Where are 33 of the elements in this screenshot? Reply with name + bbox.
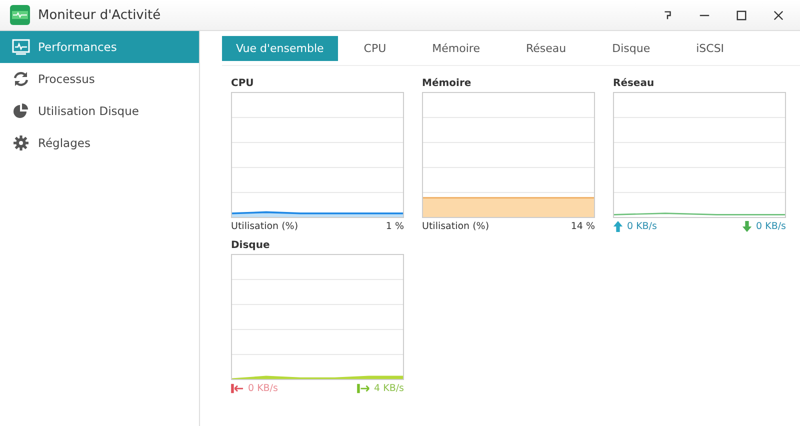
- download-rate: 0 KB/s: [756, 221, 786, 232]
- pie-icon: [12, 103, 30, 119]
- read-icon: [231, 383, 244, 394]
- maximize-icon[interactable]: [736, 10, 747, 20]
- down-arrow-icon: [742, 221, 752, 232]
- tab[interactable]: iSCSI: [682, 36, 738, 60]
- tab[interactable]: CPU: [350, 36, 400, 60]
- tab[interactable]: Mémoire: [418, 36, 494, 60]
- chart-title: Réseau: [613, 78, 656, 89]
- help-icon[interactable]: [662, 10, 673, 20]
- usage-value: 1 %: [386, 221, 404, 232]
- usage-value: 14 %: [570, 221, 595, 232]
- upload-rate: 0 KB/s: [627, 221, 657, 232]
- sidebar-item[interactable]: Réglages: [0, 127, 199, 159]
- tab[interactable]: Disque: [598, 36, 664, 60]
- usage-label: Utilisation (%): [422, 221, 490, 232]
- refresh-icon: [12, 71, 30, 87]
- read-rate: 0 KB/s: [248, 383, 278, 394]
- write-icon: [357, 383, 370, 394]
- chart-title: Disque: [231, 240, 271, 251]
- up-arrow-icon: [613, 221, 623, 232]
- chart-title: CPU: [231, 78, 255, 89]
- sidebar-item[interactable]: Utilisation Disque: [0, 95, 199, 127]
- chart-title: Mémoire: [422, 78, 472, 89]
- sidebar-item[interactable]: Processus: [0, 63, 199, 95]
- gear-icon: [12, 135, 30, 151]
- chart-icon: [12, 39, 30, 55]
- close-icon[interactable]: [773, 10, 784, 20]
- tab[interactable]: Réseau: [512, 36, 580, 60]
- usage-label: Utilisation (%): [231, 221, 298, 232]
- app-logo-icon: [10, 5, 30, 25]
- write-rate: 4 KB/s: [374, 383, 404, 394]
- window-title: Moniteur d'Activité: [38, 8, 161, 22]
